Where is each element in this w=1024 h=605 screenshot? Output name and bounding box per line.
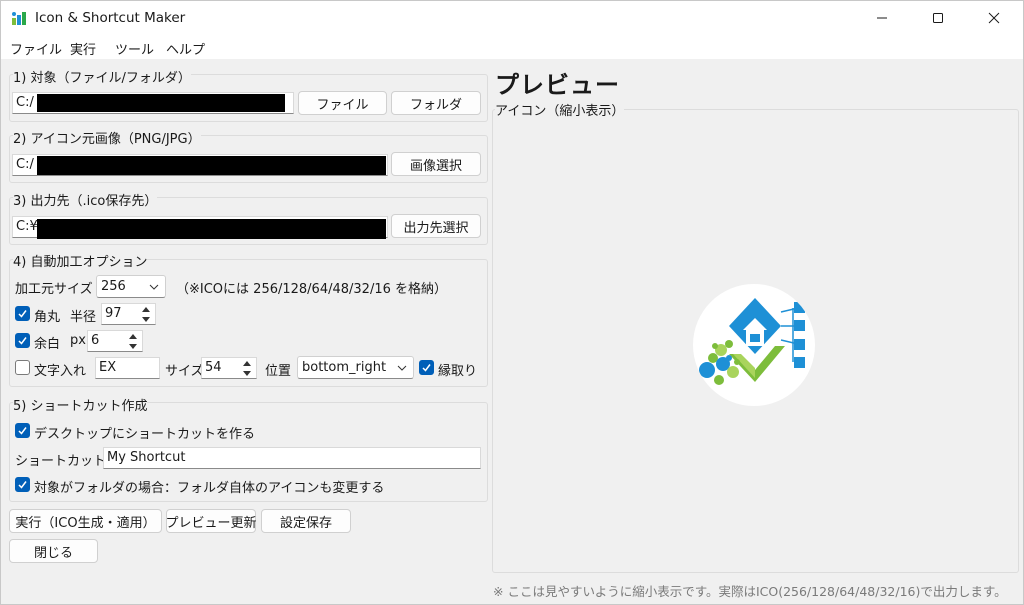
position-label: 位置	[265, 364, 292, 379]
minimize-icon	[877, 17, 887, 19]
maximize-icon	[933, 13, 943, 23]
title-bar[interactable]: Icon & Shortcut Maker	[1, 1, 1023, 35]
outline-checkbox[interactable]	[419, 360, 434, 375]
spin-down-icon	[142, 316, 150, 322]
shortcut-name-value: My Shortcut	[107, 450, 186, 465]
round-checkbox[interactable]	[15, 306, 30, 321]
preview-refresh-button[interactable]: プレビュー更新	[166, 509, 257, 533]
folder-icon-checkbox[interactable]	[15, 477, 30, 492]
image-source-legend: 2) アイコン元画像（PNG/JPG）	[13, 128, 201, 147]
preview-title: プレビュー	[495, 71, 620, 99]
menu-file[interactable]: ファイル	[10, 39, 62, 58]
radius-spinbox[interactable]: 97	[101, 303, 156, 325]
folder-button[interactable]: フォルダ	[391, 91, 481, 115]
spin-down-icon	[129, 343, 137, 349]
shortcut-name-input[interactable]: My Shortcut	[103, 447, 481, 469]
text-value: EX	[99, 360, 117, 375]
margin-value: 6	[91, 333, 100, 348]
spin-up-icon	[142, 306, 150, 312]
shortcut-legend: 5) ショートカット作成	[13, 395, 148, 414]
check-icon	[18, 310, 27, 318]
outline-label: 縁取り	[438, 364, 478, 379]
check-icon	[18, 427, 27, 435]
text-input[interactable]: EX	[95, 357, 160, 379]
text-checkbox[interactable]	[15, 360, 30, 375]
size-value: 256	[101, 279, 126, 294]
margin-label: 余白	[34, 337, 61, 352]
check-icon	[18, 481, 27, 489]
round-label: 角丸	[34, 310, 61, 325]
app-window: Icon & Shortcut Maker ファイル 実行 ツール ヘルプ 1)…	[0, 0, 1024, 605]
file-button[interactable]: ファイル	[298, 91, 387, 115]
save-settings-button[interactable]: 設定保存	[261, 509, 351, 533]
position-value: bottom_right	[302, 360, 387, 375]
window-title: Icon & Shortcut Maker	[35, 10, 186, 26]
size-combo[interactable]: 256	[96, 275, 166, 298]
spin-down-icon	[243, 370, 251, 376]
px-label: px	[70, 333, 86, 348]
font-size-label: サイズ	[165, 364, 204, 379]
redacted-block	[37, 219, 386, 239]
radius-value: 97	[105, 306, 122, 321]
font-size-value: 54	[205, 360, 222, 375]
font-size-down-button[interactable]	[238, 368, 256, 378]
folder-icon-label: 対象がフォルダの場合：フォルダ自体のアイコンも変更する	[34, 481, 385, 496]
menu-bar: ファイル 実行 ツール ヘルプ	[1, 35, 1023, 59]
desktop-shortcut-checkbox[interactable]	[15, 423, 30, 438]
spin-up-icon	[243, 360, 251, 366]
radius-up-button[interactable]	[137, 304, 155, 314]
options-legend: 4) 自動加工オプション	[13, 251, 148, 270]
font-size-up-button[interactable]	[238, 358, 256, 368]
desktop-shortcut-label: デスクトップにショートカットを作る	[34, 427, 256, 442]
preview-icon-image	[693, 284, 815, 406]
margin-down-button[interactable]	[124, 341, 142, 351]
image-path-prefix: C:/	[16, 157, 34, 172]
position-combo[interactable]: bottom_right	[297, 356, 414, 379]
radius-down-button[interactable]	[137, 314, 155, 324]
output-legend: 3) 出力先（.ico保存先）	[13, 190, 158, 209]
spin-up-icon	[129, 333, 137, 339]
output-path-prefix: C:¥	[16, 219, 38, 234]
margin-up-button[interactable]	[124, 331, 142, 341]
size-note: （※ICOには 256/128/64/48/32/16 を格納）	[176, 282, 447, 297]
close-window-button[interactable]	[971, 1, 1017, 35]
minimize-button[interactable]	[859, 1, 905, 35]
font-size-spinbox[interactable]: 54	[201, 357, 257, 379]
redacted-block	[37, 156, 386, 175]
image-select-button[interactable]: 画像選択	[391, 152, 481, 176]
chevron-down-icon	[397, 365, 407, 371]
text-label: 文字入れ	[34, 364, 87, 379]
output-select-button[interactable]: 出力先選択	[391, 214, 481, 238]
menu-tools[interactable]: ツール	[115, 39, 154, 58]
chevron-down-icon	[149, 284, 159, 290]
maximize-button[interactable]	[915, 1, 961, 35]
target-legend: 1) 対象（ファイル/フォルダ）	[13, 67, 191, 86]
check-icon	[422, 364, 431, 372]
preview-note: ※ ここは見やすいように縮小表示です。実際はICO(256/128/64/48/…	[493, 584, 1007, 599]
run-button[interactable]: 実行（ICO生成・適用）	[9, 509, 162, 533]
redacted-block	[37, 94, 285, 112]
close-icon	[988, 12, 1000, 24]
diagram-logo-icon	[699, 298, 805, 385]
radius-label: 半径	[70, 310, 97, 325]
target-path-prefix: C:/	[16, 95, 34, 110]
app-icon	[12, 12, 26, 25]
margin-checkbox[interactable]	[15, 333, 30, 348]
menu-help[interactable]: ヘルプ	[166, 39, 205, 58]
menu-run[interactable]: 実行	[70, 39, 96, 58]
margin-spinbox[interactable]: 6	[87, 330, 143, 352]
preview-subtitle: アイコン（縮小表示）	[495, 100, 625, 119]
size-label: 加工元サイズ	[15, 282, 93, 297]
check-icon	[18, 337, 27, 345]
close-button[interactable]: 閉じる	[9, 539, 98, 563]
